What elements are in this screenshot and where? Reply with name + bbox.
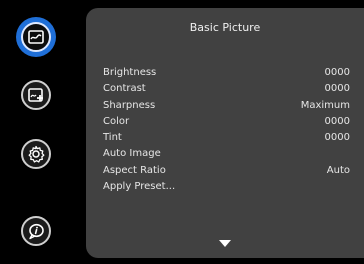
picture-menu-button[interactable] [16, 17, 56, 57]
menu-item-label: Tint [103, 132, 122, 144]
picture-icon [28, 30, 44, 44]
menu-item-brightness[interactable]: Brightness 0000 [103, 65, 364, 81]
advanced-menu-button[interactable] [16, 75, 56, 115]
basic-picture-panel: Basic Picture Brightness 0000 Contrast 0… [86, 8, 364, 258]
down-arrow-icon[interactable] [219, 240, 231, 247]
menu-item-value: 0000 [324, 115, 350, 127]
menu-item-sharpness[interactable]: Sharpness Maximum [103, 98, 364, 114]
menu-item-value: 0000 [324, 83, 350, 95]
advanced-settings-icon [28, 88, 43, 102]
panel-title: Basic Picture [189, 21, 261, 34]
menu-list: Brightness 0000 Contrast 0000 Sharpness … [103, 65, 364, 195]
menu-item-contrast[interactable]: Contrast 0000 [103, 81, 364, 97]
menu-item-label: Contrast [103, 83, 146, 95]
menu-item-label: Apply Preset... [103, 181, 176, 193]
menu-item-aspect-ratio[interactable]: Aspect Ratio Auto [103, 163, 364, 179]
menu-item-label: Brightness [103, 67, 157, 78]
menu-sidebar [0, 0, 82, 264]
gear-icon [28, 145, 45, 163]
menu-item-tint[interactable]: Tint 0000 [103, 130, 364, 146]
menu-item-apply-preset[interactable]: Apply Preset... [103, 179, 364, 195]
menu-item-value: 0000 [324, 67, 350, 78]
settings-menu-button[interactable] [16, 134, 56, 174]
menu-item-label: Sharpness [103, 99, 156, 111]
menu-item-label: Aspect Ratio [103, 164, 166, 176]
menu-item-label: Auto Image [103, 148, 161, 160]
info-menu-button[interactable] [16, 211, 56, 251]
menu-item-label: Color [103, 115, 130, 127]
menu-item-value: Auto [326, 164, 350, 176]
menu-item-value: 0000 [324, 132, 350, 144]
menu-item-color[interactable]: Color 0000 [103, 114, 364, 130]
info-icon [29, 223, 44, 240]
menu-item-value: Maximum [300, 99, 350, 111]
menu-item-auto-image[interactable]: Auto Image [103, 146, 364, 162]
